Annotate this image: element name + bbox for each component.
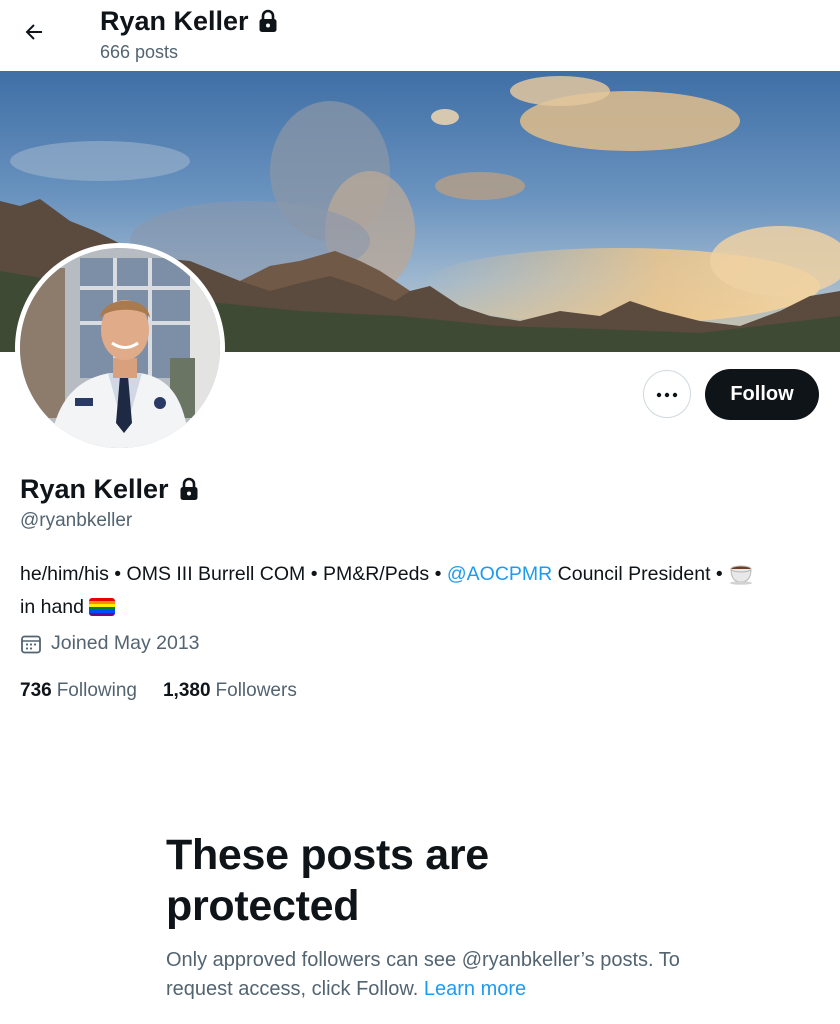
calendar-icon: [20, 633, 42, 655]
posts-count: 666 posts: [100, 42, 179, 62]
coffee-icon: [728, 561, 754, 593]
following-count: 736: [20, 680, 52, 701]
more-options-button[interactable]: [643, 370, 691, 418]
profile-handle: @ryanbkeller: [20, 510, 133, 531]
bio-mention-link[interactable]: @AOCPMR: [447, 563, 552, 585]
lock-icon: [178, 477, 200, 501]
lock-icon: [257, 9, 279, 33]
rainbow-flag-icon: [88, 598, 115, 616]
bio-text: Council President •: [552, 563, 729, 585]
joined-date: Joined May 2013: [20, 632, 200, 655]
profile-name-row: Ryan Keller: [20, 472, 200, 506]
protected-body: Only approved followers can see @ryanbke…: [166, 946, 686, 1003]
profile-bio: he/him/his • OMS III Burrell COM • PM&R/…: [20, 560, 820, 621]
header-title-row: Ryan Keller: [100, 4, 279, 38]
following-link[interactable]: 736 Following: [20, 680, 137, 702]
bio-text: in hand: [20, 596, 84, 618]
followers-count: 1,380: [162, 680, 211, 701]
profile-header: Ryan Keller 666 posts: [0, 0, 840, 71]
protected-title: These posts are protected: [166, 831, 489, 930]
protected-posts-notice: These posts are protected Only approved …: [166, 830, 686, 1003]
joined-text: Joined May 2013: [51, 632, 200, 654]
followers-label: Followers: [215, 680, 297, 701]
learn-more-link[interactable]: Learn more: [424, 978, 526, 1000]
follow-stats: 736 Following 1,380 Followers: [20, 680, 323, 702]
back-button[interactable]: [14, 14, 54, 54]
followers-link[interactable]: 1,380 Followers: [163, 680, 297, 702]
arrow-left-icon: [22, 20, 46, 49]
following-label: Following: [56, 680, 137, 701]
bio-text: he/him/his • OMS III Burrell COM • PM&R/…: [20, 563, 447, 585]
header-title: Ryan Keller: [100, 6, 249, 36]
profile-avatar[interactable]: [20, 248, 220, 448]
more-icon: [656, 385, 678, 403]
follow-button[interactable]: Follow: [705, 369, 819, 420]
profile-name: Ryan Keller: [20, 474, 169, 504]
